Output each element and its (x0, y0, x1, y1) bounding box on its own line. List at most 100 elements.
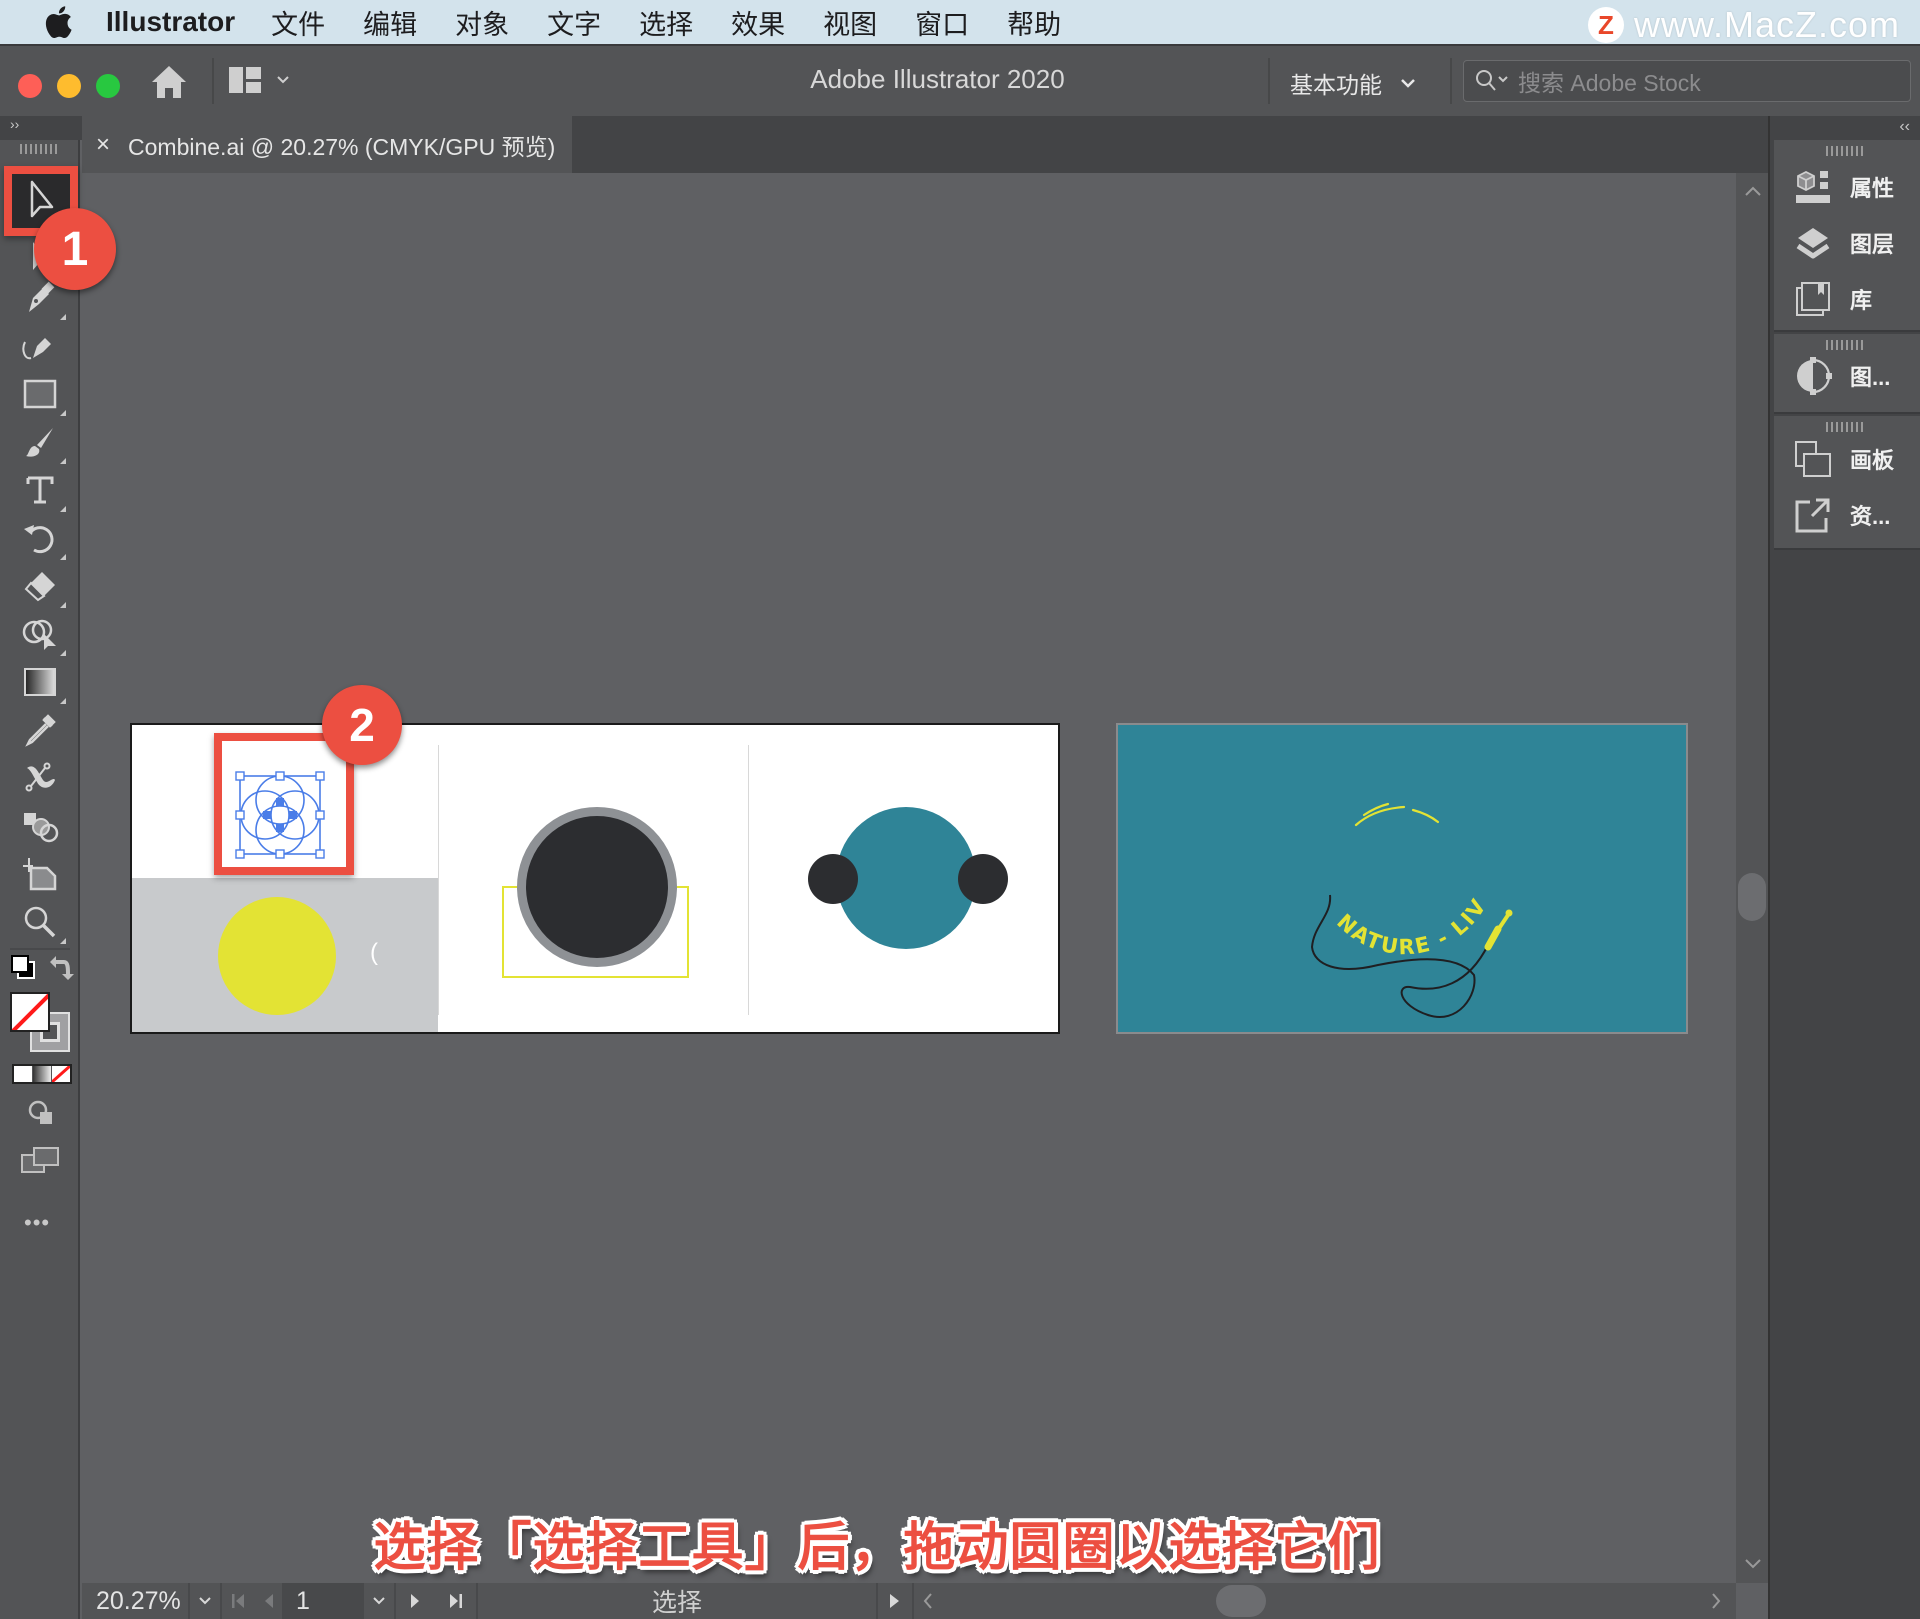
paintbrush-icon (26, 428, 53, 457)
artboard-tool-button[interactable] (18, 854, 62, 894)
annotation-highlight-2 (214, 733, 354, 875)
shape-builder-tool-button[interactable] (18, 614, 66, 656)
artboard-number-value: 1 (296, 1586, 310, 1615)
horizontal-scroll-thumb[interactable] (1216, 1585, 1266, 1617)
zoom-level-field[interactable]: 20.27% (82, 1583, 190, 1619)
eyedropper-tool-button[interactable] (18, 710, 62, 750)
shape-builder-icon (22, 619, 56, 650)
type-icon (26, 476, 54, 504)
chevron-down-icon (199, 1597, 211, 1605)
gradient-button[interactable] (33, 1066, 51, 1082)
graphic-styles-icon (1797, 357, 1832, 395)
more-tools-button[interactable]: ••• (24, 1210, 50, 1236)
status-menu-button[interactable] (878, 1583, 914, 1619)
zoom-tool-button[interactable] (18, 902, 66, 944)
eyedropper-icon (25, 714, 56, 747)
panel-artboards[interactable]: 画板 (1794, 440, 1894, 478)
search-icon (1476, 70, 1508, 91)
artboard-icon (23, 858, 57, 891)
eraser-tool-button[interactable] (18, 566, 66, 608)
curvature-tool-button[interactable] (18, 326, 62, 366)
adobe-stock-search-input[interactable]: 搜索 Adobe Stock (1463, 60, 1911, 102)
fill-swatch-none[interactable] (10, 992, 50, 1032)
tools-panel: ••• (0, 140, 80, 1619)
dark-circle-left[interactable] (808, 854, 858, 904)
none-button[interactable] (52, 1066, 70, 1082)
artboards-icon (1795, 441, 1831, 477)
color-button[interactable] (14, 1066, 32, 1082)
panel-layers[interactable]: 图层 (1794, 224, 1894, 262)
window-titlebar: Adobe Illustrator 2020 基本功能 搜索 Adobe Sto… (0, 44, 1920, 116)
current-tool-status: 选择 (478, 1583, 878, 1619)
canvas-area[interactable]: (NATURE - LIV 2 (82, 173, 1736, 1583)
collapsed-panels-dock: ‹‹ 属性 图层 库 图... 画板 资... (1768, 116, 1920, 1619)
default-fill-stroke-icon[interactable] (10, 954, 38, 987)
first-artboard-icon[interactable] (231, 1591, 245, 1611)
panel-graphic-styles[interactable]: 图... (1794, 356, 1890, 396)
menu-edit[interactable]: 编辑 (363, 3, 417, 42)
artboard-number-field[interactable]: 1 (284, 1583, 364, 1619)
dark-circle-right[interactable] (958, 854, 1008, 904)
panel-asset-export[interactable]: 资... (1794, 496, 1890, 534)
panel-properties-label: 属性 (1850, 176, 1895, 201)
dark-circle[interactable] (517, 807, 677, 967)
panel-properties[interactable]: 属性 (1794, 168, 1894, 206)
artboard-nav-next (396, 1583, 478, 1619)
rotate-tool-button[interactable] (18, 518, 66, 560)
current-tool-label: 选择 (651, 1589, 702, 1617)
zoom-dropdown-button[interactable] (190, 1583, 222, 1619)
screen-mode-icon[interactable] (20, 1146, 60, 1179)
vertical-scrollbar[interactable] (1736, 173, 1768, 1583)
document-tab[interactable]: × Combine.ai @ 20.27% (CMYK/GPU 预览) (82, 116, 572, 173)
panel-layers-label: 图层 (1850, 232, 1895, 257)
panel-libraries[interactable]: 库 (1794, 280, 1872, 318)
rectangle-tool-button[interactable] (18, 374, 66, 416)
artboard-dropdown-button[interactable] (364, 1583, 396, 1619)
yellow-circle[interactable] (218, 897, 336, 1015)
next-artboard-icon[interactable] (410, 1591, 422, 1611)
horizontal-scrollbar[interactable] (914, 1583, 1736, 1619)
blend-icon (24, 813, 59, 843)
chevron-down-icon (373, 1597, 385, 1605)
puppet-warp-tool-button[interactable] (18, 758, 62, 798)
workspace-label: 基本功能 (1290, 72, 1382, 98)
type-tool-button[interactable] (18, 470, 66, 512)
menu-effect[interactable]: 效果 (731, 3, 785, 42)
watermark-text: www.MacZ.com (1633, 4, 1900, 45)
apple-menu-icon[interactable] (38, 5, 78, 39)
last-artboard-icon[interactable] (449, 1591, 463, 1611)
panel-group-2: 图... (1774, 334, 1920, 414)
swap-fill-stroke-icon[interactable] (48, 954, 74, 987)
toolbar-collapse-button[interactable]: ›› (0, 116, 82, 140)
menu-view[interactable]: 视图 (823, 3, 877, 42)
rectangle-icon (23, 379, 57, 409)
none-slash-icon (12, 994, 48, 1030)
menu-type[interactable]: 文字 (547, 3, 601, 42)
zoom-level-value: 20.27% (96, 1586, 181, 1615)
menu-object[interactable]: 对象 (455, 3, 509, 42)
artboard-2[interactable]: NATURE - LIVE (1116, 723, 1688, 1034)
vertical-scroll-thumb[interactable] (1738, 873, 1766, 921)
dock-collapse-button[interactable]: ‹‹ (1899, 118, 1910, 136)
menu-app-name[interactable]: Illustrator (106, 6, 235, 38)
tutorial-caption: 选择「选择工具」后，拖动圆圈以选择它们 (373, 1519, 1381, 1577)
panel-grip[interactable] (20, 144, 60, 154)
panel-group-1: 属性 图层 库 (1774, 140, 1920, 332)
draw-mode-icon[interactable] (28, 1100, 54, 1131)
blend-tool-button[interactable] (18, 806, 62, 846)
play-triangle-icon (890, 1594, 899, 1608)
search-placeholder: 搜索 Adobe Stock (1518, 70, 1701, 96)
menu-select[interactable]: 选择 (639, 3, 693, 42)
nature-live-logo: NATURE - LIVE (1118, 725, 1513, 1018)
gradient-tool-button[interactable] (18, 662, 66, 704)
panel-libraries-label: 库 (1850, 288, 1873, 313)
document-tab-label: Combine.ai @ 20.27% (CMYK/GPU 预览) (128, 133, 556, 160)
menu-file[interactable]: 文件 (271, 3, 325, 42)
previous-artboard-icon[interactable] (262, 1591, 274, 1611)
gradient-icon (24, 668, 56, 696)
workspace-switcher[interactable]: 基本功能 (1290, 66, 1416, 100)
menu-help[interactable]: 帮助 (1007, 3, 1061, 42)
paintbrush-tool-button[interactable] (18, 422, 66, 464)
close-tab-icon[interactable]: × (96, 131, 110, 159)
menu-window[interactable]: 窗口 (915, 3, 969, 42)
